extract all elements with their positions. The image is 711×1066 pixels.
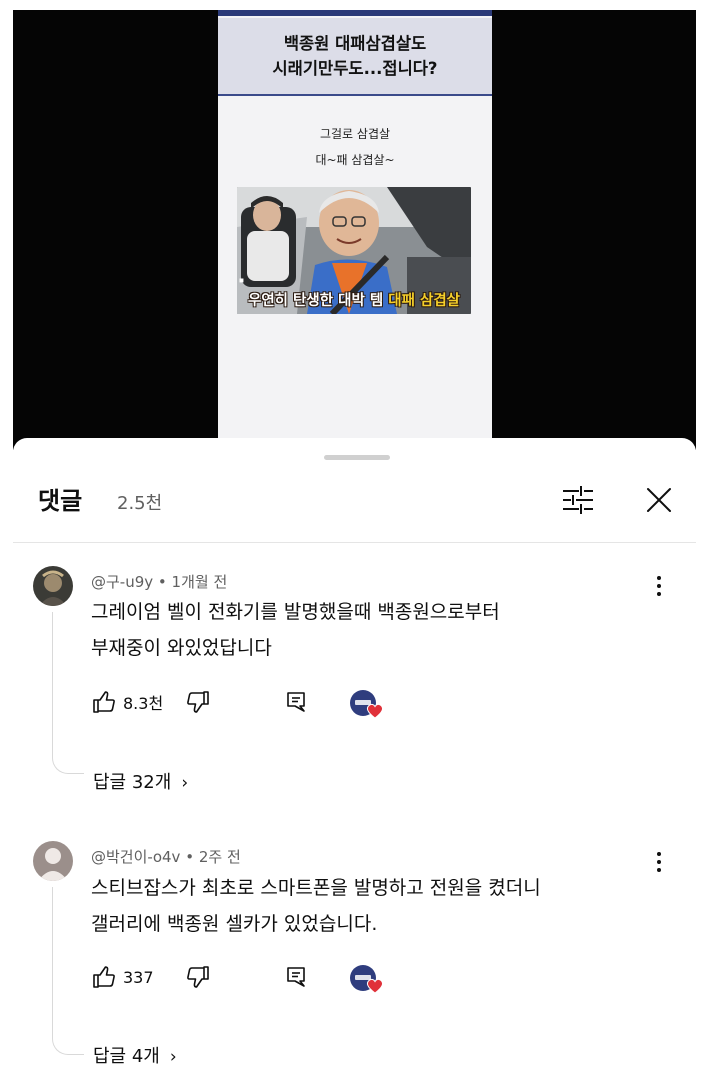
comments-title: 댓글 xyxy=(38,487,83,515)
replies-label: 답글 4개 xyxy=(93,1046,160,1066)
more-options-icon[interactable] xyxy=(649,847,669,877)
comment-text-line-1: 그레이엄 벨이 전화기를 발명했을때 백종원으로부터 xyxy=(91,601,500,623)
dislike-button[interactable] xyxy=(185,962,211,992)
creator-heart-badge xyxy=(349,964,385,994)
like-count: 8.3천 xyxy=(123,694,164,713)
like-button[interactable]: 8.3천 xyxy=(91,687,163,717)
comment-meta: @구-u9y • 1개월 전 xyxy=(91,571,227,592)
chevron-right-icon: › xyxy=(181,773,189,793)
thread-curve xyxy=(52,754,84,774)
thumbnail-caption-highlight: 대패 삼겹살 xyxy=(388,293,460,309)
avatar[interactable] xyxy=(33,841,73,881)
comment-text-line-2: 갤러리에 백종원 셀카가 있었습니다. xyxy=(91,913,378,935)
reply-comment-icon xyxy=(287,692,305,712)
comment-actions: 8.3천 xyxy=(91,687,411,719)
short-title-line-1: 백종원 대패삼겹살도 xyxy=(283,34,427,53)
more-options-icon[interactable] xyxy=(649,571,669,601)
meta-separator: • xyxy=(185,848,199,866)
comments-count: 2.5천 xyxy=(117,493,163,514)
comments-sheet: 댓글 2.5천 @구-u9y • 1개월 전 그레이엄 벨이 전화기를 발명했을… xyxy=(13,438,696,1066)
short-title-line-2: 시래기만두도...접니다? xyxy=(272,59,438,78)
comment-time: 2주 전 xyxy=(198,848,241,866)
thread-line xyxy=(52,887,53,1035)
avatar[interactable] xyxy=(33,566,73,606)
thumbs-up-icon xyxy=(93,966,115,988)
view-replies-link[interactable]: 답글 4개 › xyxy=(93,1042,177,1066)
video-player[interactable]: 백종원 대패삼겹살도 시래기만두도...접니다? 그걸로 삼겹살 대~패 삼겹살… xyxy=(0,0,711,450)
channel-logo-mark: ◼ xyxy=(239,277,244,284)
short-caption-1: 그걸로 삼겹살 xyxy=(319,127,391,141)
reply-button[interactable] xyxy=(283,962,309,992)
comment-time: 1개월 전 xyxy=(171,573,228,591)
thread-line xyxy=(52,612,53,754)
short-title-banner: 백종원 대패삼겹살도 시래기만두도...접니다? xyxy=(218,18,492,96)
replies-label: 답글 32개 xyxy=(93,772,172,793)
short-caption-2: 대~패 삼겹살~ xyxy=(315,153,395,167)
thumbnail-caption: 우연히 탄생한 대박 템 대패 삼겹살 xyxy=(237,289,471,310)
video-thumbnail: ◼ 우연히 탄생한 대박 템 대패 삼겹살 xyxy=(237,187,471,314)
comment-text-line-2: 부재중이 와있었답니다 xyxy=(91,637,272,659)
short-video-frame[interactable]: 백종원 대패삼겹살도 시래기만두도...접니다? 그걸로 삼겹살 대~패 삼겹살… xyxy=(218,10,492,450)
reply-button[interactable] xyxy=(283,687,309,717)
header-divider xyxy=(13,542,696,543)
thumbs-up-icon xyxy=(93,691,115,713)
close-icon[interactable] xyxy=(642,483,676,517)
comment-author[interactable]: @구-u9y xyxy=(91,573,153,591)
like-count: 337 xyxy=(123,967,154,987)
comment-actions: 337 xyxy=(91,962,411,994)
sliders-icon[interactable] xyxy=(561,485,595,515)
comment-author[interactable]: @박건이-o4v xyxy=(91,848,180,866)
dislike-button[interactable] xyxy=(185,687,211,717)
creator-heart-badge xyxy=(349,689,385,719)
chevron-right-icon: › xyxy=(169,1047,177,1066)
thumbs-down-icon xyxy=(187,966,209,988)
short-top-bar xyxy=(218,10,492,16)
thumbs-down-icon xyxy=(187,691,209,713)
meta-separator: • xyxy=(157,573,172,591)
comment-meta: @박건이-o4v • 2주 전 xyxy=(91,846,241,867)
reply-comment-icon xyxy=(287,967,305,987)
comment-text-line-1: 스티브잡스가 최초로 스마트폰을 발명하고 전원을 켰더니 xyxy=(91,877,541,899)
drag-handle[interactable] xyxy=(324,455,390,460)
like-button[interactable]: 337 xyxy=(91,962,154,992)
thumbnail-caption-main: 우연히 탄생한 대박 템 xyxy=(247,293,389,309)
thread-curve xyxy=(52,1035,84,1055)
view-replies-link[interactable]: 답글 32개 › xyxy=(93,768,188,794)
